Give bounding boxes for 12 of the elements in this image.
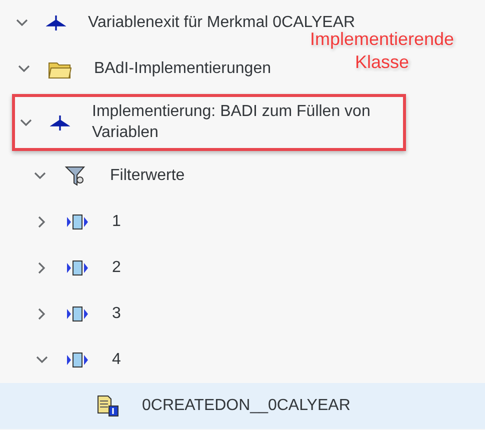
highlighted-tree-row[interactable]: Implementierung: BADI zum Füllen von Variablen [12, 94, 406, 151]
node-label[interactable]: BAdI-Implementierungen [94, 58, 271, 80]
selected-tree-row[interactable]: 0CREATEDON__0CALYEAR [0, 383, 485, 429]
node-label[interactable]: 3 [112, 304, 121, 324]
document-icon [96, 395, 120, 417]
node-label[interactable]: 4 [112, 350, 121, 370]
node-label[interactable]: 2 [112, 258, 121, 278]
filter-icon [64, 165, 88, 187]
node-label[interactable]: 1 [112, 212, 121, 232]
node-label: Implementierung: BADI zum Füllen von Variablen [92, 102, 372, 142]
node-label: 0CREATEDON__0CALYEAR [142, 396, 350, 416]
node-label[interactable]: Filterwerte [110, 166, 185, 186]
